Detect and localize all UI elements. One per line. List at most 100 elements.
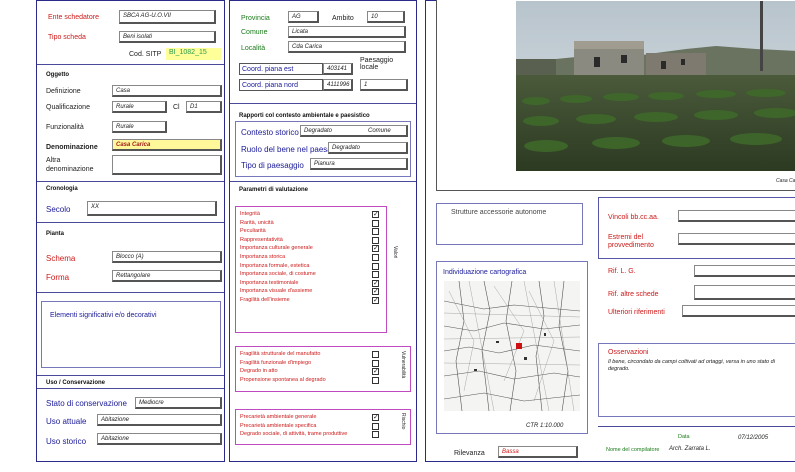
coord-nord-field[interactable]: 4111996 bbox=[323, 79, 353, 91]
vincoli-field[interactable] bbox=[678, 210, 795, 222]
altra-denominazione-field[interactable] bbox=[112, 155, 222, 175]
tipo-scheda-label: Tipo scheda bbox=[48, 34, 86, 41]
values-item: Integrità bbox=[240, 211, 260, 217]
localita-label: Località bbox=[241, 45, 266, 52]
middle-column: Provincia AG Ambito 10 Comune Licata Loc… bbox=[229, 0, 417, 462]
coord-est-label: Coord. piana est bbox=[242, 66, 294, 73]
coord-nord-label: Coord. piana nord bbox=[242, 82, 299, 89]
tipo-paesaggio-field[interactable]: Pianura bbox=[310, 158, 408, 170]
divider bbox=[37, 222, 224, 223]
elementi-label: Elementi significativi e/o decorativi bbox=[50, 312, 157, 319]
parameter-checkbox[interactable] bbox=[372, 271, 379, 279]
paesaggio-label-2: locale bbox=[360, 64, 379, 71]
schema-field[interactable]: Blocco (A) bbox=[112, 251, 222, 263]
parameter-checkbox[interactable] bbox=[372, 219, 379, 227]
comune-field[interactable]: Licata bbox=[288, 26, 406, 38]
vuln-list: Fragilità strutturale del manufatto Frag… bbox=[240, 350, 326, 384]
parameter-checkbox[interactable]: ✓ bbox=[372, 368, 379, 376]
contesto-label: Contesto storico bbox=[241, 128, 299, 137]
cod-sitp-field[interactable]: BI_1082_15 bbox=[166, 48, 221, 60]
oggetto-title: Oggetto bbox=[46, 72, 69, 78]
parameter-checkbox[interactable] bbox=[372, 351, 379, 358]
parameter-checkbox[interactable]: ✓ bbox=[372, 297, 379, 304]
values-item: Importanza visuale d'assieme bbox=[240, 288, 313, 295]
parameter-checkbox[interactable]: ✓ bbox=[372, 288, 379, 296]
rilevanza-label: Rilevanza bbox=[454, 450, 485, 457]
ambito-field[interactable]: 10 bbox=[367, 11, 405, 23]
estremi-field[interactable] bbox=[678, 233, 795, 245]
parameter-checkbox[interactable] bbox=[372, 359, 379, 367]
divider bbox=[37, 64, 224, 65]
compilatore-value: Arch. Zarrata L. bbox=[669, 446, 711, 452]
secolo-field[interactable]: XX bbox=[87, 201, 217, 216]
provincia-label: Provincia bbox=[241, 15, 270, 22]
tipo-scheda-field[interactable]: Beni isolati bbox=[119, 31, 216, 43]
rif-lg-label: Rif. L. G. bbox=[608, 268, 636, 275]
ente-field[interactable]: SBCA AG-U.O.VII bbox=[119, 10, 216, 24]
parameter-checkbox[interactable] bbox=[372, 376, 379, 384]
divider bbox=[37, 388, 224, 389]
uso-storico-field[interactable]: Abitazione bbox=[97, 433, 222, 445]
qualificazione-field[interactable]: Rurale bbox=[112, 101, 167, 113]
uso-attuale-field[interactable]: Abitazione bbox=[97, 414, 222, 426]
qualificazione-label: Qualificazione bbox=[46, 104, 90, 111]
tipo-paesaggio-label: Tipo di paesaggio bbox=[241, 161, 304, 170]
pianta-title: Pianta bbox=[46, 231, 65, 237]
stato-field[interactable]: Mediocre bbox=[135, 397, 222, 409]
paesaggio-field[interactable]: 1 bbox=[360, 79, 408, 91]
vuln-item: Fragilità funzionale d'impiego bbox=[240, 359, 312, 366]
ctr-label: CTR 1:10.000 bbox=[526, 423, 564, 429]
ruolo-field[interactable]: Degradato bbox=[328, 142, 408, 154]
localita-field[interactable]: Cda Carica bbox=[288, 41, 406, 53]
uso-title: Uso / Conservazione bbox=[46, 380, 106, 386]
photo-caption: Casa Carica bbox=[776, 178, 795, 184]
definizione-field[interactable]: Casa bbox=[112, 85, 222, 97]
provincia-field[interactable]: AG bbox=[288, 11, 319, 23]
parameter-checkbox[interactable] bbox=[372, 422, 379, 430]
values-item: Peculiarità bbox=[240, 228, 266, 235]
parametri-title: Parametri di valutazione bbox=[239, 187, 309, 193]
parameter-checkbox[interactable] bbox=[372, 262, 379, 270]
vuln-item: Fragilità strutturale del manufatto bbox=[240, 351, 321, 357]
parameter-checkbox[interactable]: ✓ bbox=[372, 414, 379, 421]
ulteriori-label: Ulteriori riferimenti bbox=[608, 309, 665, 316]
stato-label: Stato di conservazione bbox=[46, 399, 127, 408]
rif-altre-label: Rif. altre schede bbox=[608, 291, 659, 298]
building-photo bbox=[516, 1, 795, 171]
values-item: Rarità, unicità bbox=[240, 219, 274, 226]
rilevanza-field[interactable]: Bassa bbox=[498, 446, 578, 458]
forma-field[interactable]: Rettangolare bbox=[112, 270, 222, 282]
values-vertical-label: Valori bbox=[392, 246, 398, 259]
funzionalita-label: Funzionalità bbox=[46, 124, 84, 131]
parameter-checkbox[interactable] bbox=[372, 254, 379, 261]
risk-item: Precarietà ambientale generale bbox=[240, 414, 317, 420]
denominazione-field[interactable]: Casa Carica bbox=[112, 139, 222, 151]
parameter-checkbox[interactable] bbox=[372, 236, 379, 244]
uso-attuale-label: Uso attuale bbox=[46, 417, 87, 426]
parameter-checkbox[interactable]: ✓ bbox=[372, 279, 379, 287]
rif-lg-field[interactable] bbox=[694, 265, 795, 277]
parameter-checkbox[interactable] bbox=[372, 431, 379, 439]
data-label: Data bbox=[678, 434, 690, 440]
comune-label: Comune bbox=[241, 29, 268, 36]
ambito-label: Ambito bbox=[332, 15, 354, 22]
parameter-checkbox[interactable]: ✓ bbox=[372, 211, 379, 218]
risk-list: Precarietà ambientale generale Precariet… bbox=[240, 413, 347, 439]
vuln-item: Degrado in atto bbox=[240, 368, 278, 375]
ulteriori-field[interactable] bbox=[682, 305, 795, 317]
cl-field[interactable]: D1 bbox=[186, 101, 222, 113]
divider bbox=[598, 426, 795, 427]
data-value: 07/12/2005 bbox=[738, 435, 769, 441]
parameter-checkbox[interactable]: ✓ bbox=[372, 245, 379, 253]
contesto-field[interactable]: Degradato bbox=[300, 125, 408, 137]
parameter-checkbox[interactable] bbox=[372, 228, 379, 236]
contesto-field-secondary: Comune bbox=[368, 128, 391, 134]
rif-altre-field[interactable] bbox=[694, 285, 795, 300]
coord-est-field[interactable]: 403141 bbox=[323, 63, 353, 75]
values-item: Fragilità dell'insieme bbox=[240, 296, 290, 303]
vuln-item: Propensione spontanea al degrado bbox=[240, 376, 326, 383]
funzionalita-field[interactable]: Rurale bbox=[112, 121, 167, 133]
definizione-label: Definizione bbox=[46, 88, 81, 95]
right-column: Casa Carica Strutture accessorie autonom… bbox=[425, 0, 795, 462]
individuazione-label: Individuazione cartografica bbox=[443, 269, 527, 276]
